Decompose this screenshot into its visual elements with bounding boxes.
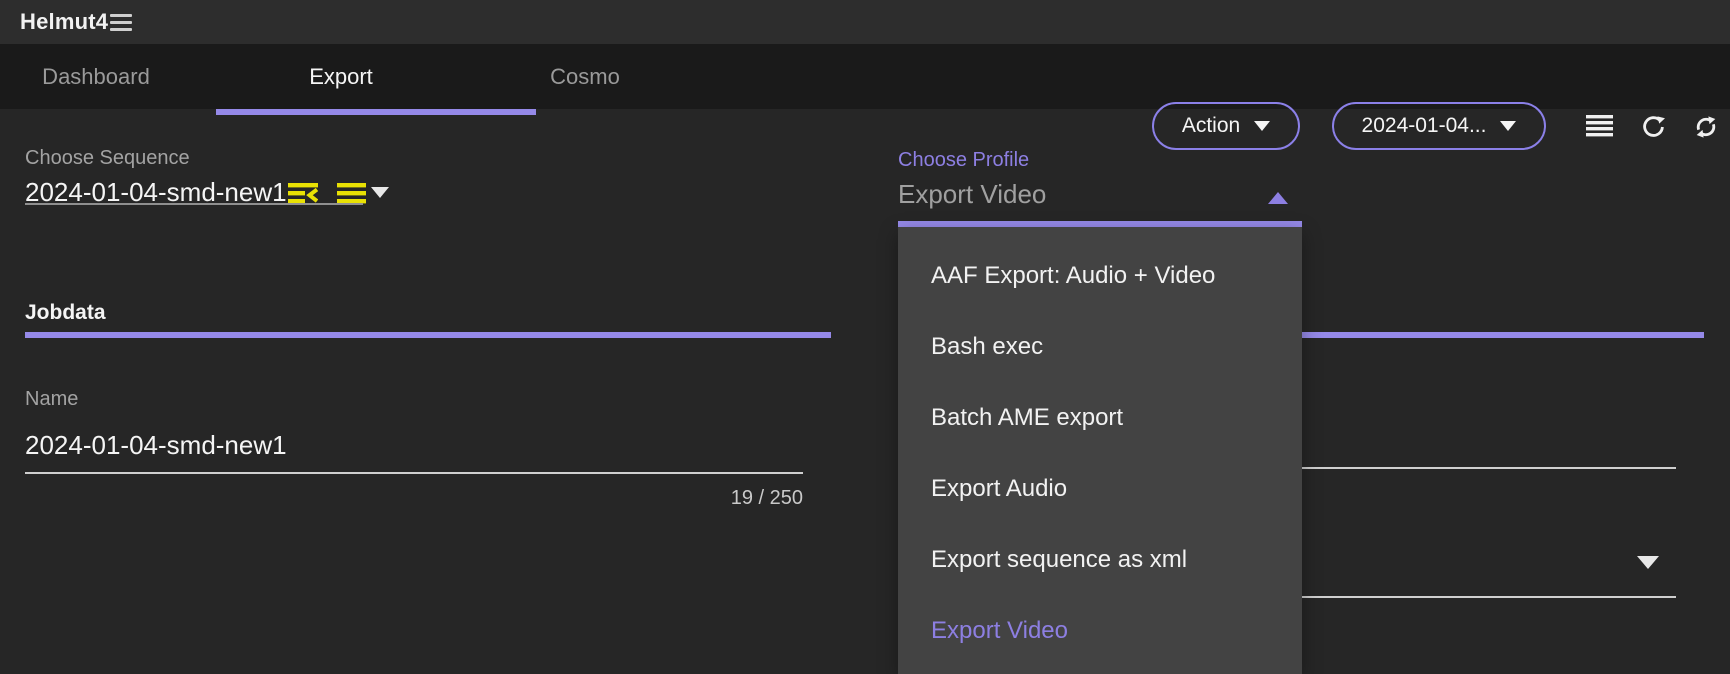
dropdown-option-bash-exec[interactable]: Bash exec (898, 311, 1302, 382)
dropdown-option-batch-ame[interactable]: Batch AME export (898, 382, 1302, 453)
jobdata-section-rule (25, 332, 831, 338)
dropdown-option-export-video[interactable]: Export Video (898, 595, 1302, 666)
profile-dropdown-caret-up-icon[interactable] (1268, 192, 1288, 204)
tab-cosmo[interactable]: Cosmo (550, 44, 620, 109)
action-button-label: Action (1182, 114, 1240, 138)
jobdata-heading: Jobdata (25, 301, 106, 325)
justify-list-icon[interactable] (1586, 115, 1613, 142)
app-title: Helmut4 (20, 0, 108, 44)
tab-export[interactable]: Export (309, 44, 373, 109)
name-char-counter: 19 / 250 (25, 487, 803, 510)
dropdown-option-export-audio[interactable]: Export Audio (898, 453, 1302, 524)
choose-sequence-label: Choose Sequence (25, 147, 190, 170)
sequence-select-label: 2024-01-04... (1362, 114, 1487, 138)
active-tab-indicator (216, 109, 536, 115)
dropdown-option-export-xml[interactable]: Export sequence as xml (898, 524, 1302, 595)
name-input-value[interactable]: 2024-01-04-smd-new1 (25, 430, 287, 461)
choose-profile-value[interactable]: Export Video (898, 179, 1046, 210)
nav-bar: Dashboard Export Cosmo Action 2024-01-04… (0, 44, 1730, 109)
sequence-select-button[interactable]: 2024-01-04... (1332, 102, 1546, 150)
list-icon[interactable] (337, 182, 366, 210)
dropdown-option-aaf-export[interactable]: AAF Export: Audio + Video (898, 240, 1302, 311)
refresh-icon[interactable] (1640, 114, 1667, 145)
profile-dropdown-menu: AAF Export: Audio + Video Bash exec Batc… (898, 227, 1302, 674)
tab-dashboard[interactable]: Dashboard (42, 44, 150, 109)
name-label: Name (25, 388, 78, 411)
chevron-down-icon (1500, 121, 1516, 131)
top-bar: Helmut4 (0, 0, 1730, 44)
choose-profile-label: Choose Profile (898, 149, 1029, 172)
sequence-dropdown-caret-icon[interactable] (371, 187, 389, 198)
name-field-underline (25, 472, 803, 474)
action-button[interactable]: Action (1152, 102, 1300, 150)
sync-icon[interactable] (1692, 114, 1720, 145)
app-window: Helmut4 Dashboard Export Cosmo Action 20… (0, 0, 1730, 674)
hamburger-menu-icon[interactable] (110, 14, 132, 31)
chevron-down-icon (1254, 121, 1270, 131)
right-field-dropdown-caret-icon[interactable] (1637, 556, 1659, 569)
sequence-field-underline (25, 203, 363, 205)
sequence-icon[interactable] (288, 182, 318, 210)
